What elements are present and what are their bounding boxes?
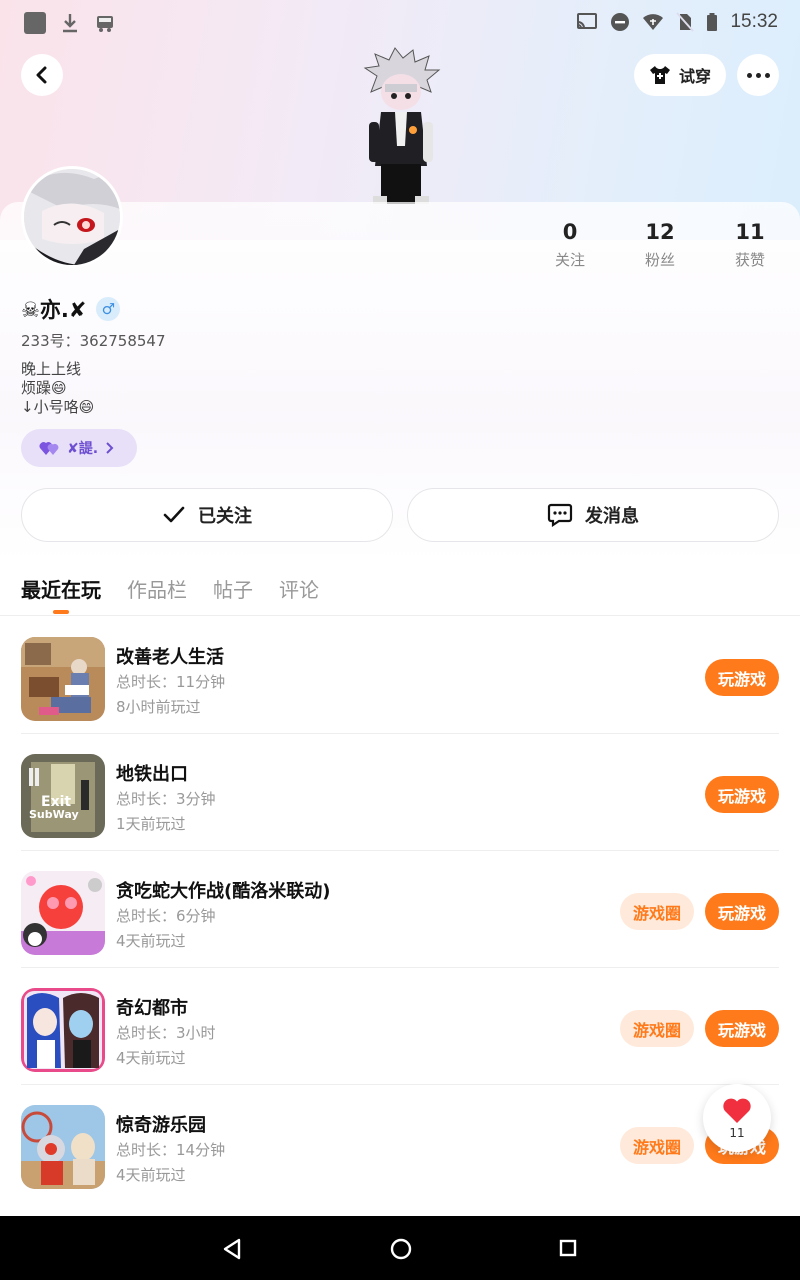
game-last-played: 4天前玩过 [116, 1166, 186, 1184]
game-duration: 总时长：3小时 [116, 1024, 216, 1042]
avatar[interactable] [21, 166, 123, 268]
game-thumbnail-text: SubWay [29, 808, 79, 821]
game-name: 奇幻都市 [116, 998, 188, 1019]
game-duration: 总时长：14分钟 [116, 1141, 226, 1159]
avatar-character-figure [363, 47, 441, 204]
game-duration: 总时长：11分钟 [116, 673, 226, 691]
list-item[interactable]: 奇幻都市 总时长：3小时 4天前玩过 游戏圈 玩游戏 [21, 968, 779, 1085]
like-button[interactable]: 11 [703, 1084, 771, 1152]
status-bar: 15:32 [0, 0, 800, 46]
car-icon [97, 16, 113, 32]
game-last-played: 8小时前玩过 [116, 698, 201, 716]
nav-home-icon[interactable] [390, 1238, 412, 1260]
more-options-button[interactable] [737, 54, 779, 96]
play-game-button[interactable]: 玩游戏 [705, 659, 779, 696]
bio-line: 晚上上线 [21, 360, 82, 378]
play-game-button[interactable]: 玩游戏 [705, 776, 779, 813]
double-heart-icon [39, 442, 59, 455]
gender-male-icon: ♂ [96, 297, 121, 321]
chevron-left-icon [36, 66, 47, 84]
profile-tabs: 最近在玩 作品栏 帖子 评论 [0, 558, 800, 616]
game-circle-button[interactable]: 游戏圈 [620, 1127, 694, 1164]
game-circle-button[interactable]: 游戏圈 [620, 1010, 694, 1047]
cast-icon [577, 13, 598, 29]
tab-works[interactable]: 作品栏 [127, 574, 187, 603]
dnd-icon [611, 13, 630, 31]
game-thumbnail[interactable] [21, 988, 105, 1072]
list-item[interactable]: Exit SubWay 地铁出口 总时长：3分钟 1天前玩过 玩游戏 [21, 734, 779, 851]
bio-line: 烦躁😄 [21, 379, 67, 397]
tshirt-icon [649, 66, 670, 84]
game-thumbnail[interactable] [21, 871, 105, 955]
following-label: 关注 [554, 251, 585, 269]
stat-likes[interactable]: 11 获赞 [710, 220, 790, 270]
username-row: ☠亦.✘ ♂ [21, 294, 121, 324]
try-on-label: 试穿 [678, 67, 711, 86]
battery-icon [707, 13, 718, 31]
chevron-right-icon [106, 442, 114, 454]
check-icon [163, 506, 185, 523]
download-icon [63, 14, 77, 33]
username: ☠亦.✘ [21, 298, 87, 322]
game-thumbnail[interactable] [21, 637, 105, 721]
avatar-image [24, 169, 120, 265]
nav-back-icon[interactable] [222, 1238, 242, 1260]
list-item[interactable]: 贪吃蛇大作战(酷洛米联动) 总时长：6分钟 4天前玩过 游戏圈 玩游戏 [21, 851, 779, 968]
likes-count: 11 [735, 220, 765, 244]
system-nav-bar [0, 1216, 800, 1280]
bio-line: ↓小号咯😄 [21, 398, 95, 416]
no-sim-icon [676, 12, 695, 32]
game-last-played: 1天前玩过 [116, 815, 186, 833]
game-circle-button[interactable]: 游戏圈 [620, 893, 694, 930]
game-last-played: 4天前玩过 [116, 932, 186, 950]
couple-chip[interactable]: ✘諟. [21, 429, 137, 467]
heart-icon [723, 1098, 751, 1123]
list-item[interactable]: 惊奇游乐园 总时长：14分钟 4天前玩过 游戏圈 玩游戏 [21, 1085, 779, 1202]
followers-count: 12 [645, 220, 675, 244]
followed-label: 已关注 [198, 506, 252, 527]
followed-button[interactable]: 已关注 [21, 488, 393, 542]
stat-following[interactable]: 0 关注 [530, 220, 610, 270]
list-item[interactable]: 改善老人生活 总时长：11分钟 8小时前玩过 玩游戏 [21, 617, 779, 734]
back-button[interactable] [21, 54, 63, 96]
like-count: 11 [729, 1125, 745, 1140]
game-name: 改善老人生活 [116, 647, 224, 668]
play-game-button[interactable]: 玩游戏 [705, 893, 779, 930]
wifi-icon [643, 14, 664, 30]
couple-chip-label: ✘諟. [67, 441, 99, 457]
stat-followers[interactable]: 12 粉丝 [620, 220, 700, 270]
game-thumbnail[interactable] [21, 1105, 105, 1189]
followers-label: 粉丝 [644, 251, 675, 269]
try-on-button[interactable]: 试穿 [634, 54, 726, 96]
tab-indicator [53, 610, 69, 614]
user-id: 233号：362758547 [21, 332, 166, 350]
status-time: 15:32 [730, 11, 778, 32]
game-name: 惊奇游乐园 [116, 1115, 206, 1136]
tab-comments[interactable]: 评论 [279, 574, 319, 603]
game-last-played: 4天前玩过 [116, 1049, 186, 1067]
game-name: 地铁出口 [116, 764, 188, 785]
play-game-button[interactable]: 玩游戏 [705, 1010, 779, 1047]
tab-recently-played[interactable]: 最近在玩 [21, 574, 101, 603]
game-duration: 总时长：3分钟 [116, 790, 216, 808]
send-message-button[interactable]: 发消息 [407, 488, 779, 542]
game-name: 贪吃蛇大作战(酷洛米联动) [116, 881, 331, 902]
more-dots-icon [746, 72, 752, 78]
following-count: 0 [562, 220, 578, 244]
bio: 晚上上线 烦躁😄 ↓小号咯😄 [21, 360, 94, 417]
nav-recent-apps-icon[interactable] [559, 1239, 577, 1257]
game-duration: 总时长：6分钟 [116, 907, 216, 925]
game-thumbnail[interactable]: Exit SubWay [21, 754, 105, 838]
send-message-label: 发消息 [585, 506, 639, 527]
tab-posts[interactable]: 帖子 [213, 574, 253, 603]
app-square-icon [24, 12, 46, 34]
chat-bubble-icon [547, 503, 573, 527]
likes-label: 获赞 [734, 251, 765, 269]
